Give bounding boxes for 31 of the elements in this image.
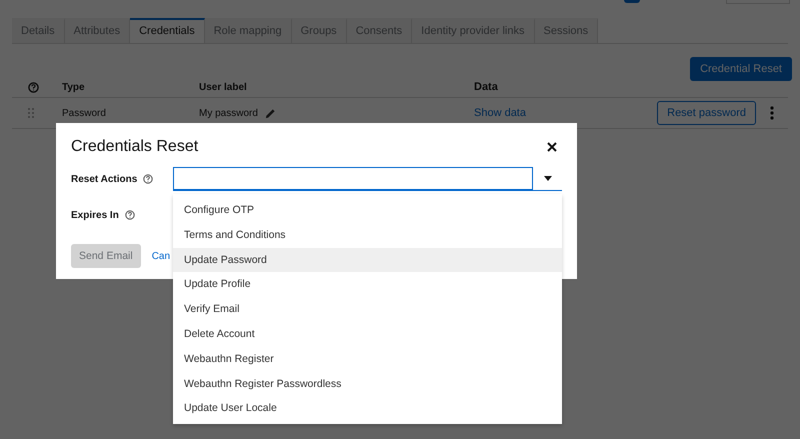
dialog-title: Credentials Reset (71, 138, 198, 156)
cancel-link[interactable]: Can (152, 250, 170, 262)
menu-item[interactable]: Terms and Conditions (173, 222, 562, 248)
tab[interactable]: Credentials (130, 18, 205, 43)
table-cell: Password (62, 108, 106, 118)
reset-password-button[interactable]: Reset password (657, 101, 756, 125)
show-data-link[interactable]: Show data (474, 107, 526, 119)
credential-reset-button[interactable]: Credential Reset (690, 57, 792, 81)
menu-item[interactable]: Update User Locale (173, 396, 562, 422)
drag-handle-icon[interactable] (28, 108, 34, 118)
caret-icon (544, 176, 552, 181)
menu-item[interactable]: Webauthn Register (173, 346, 562, 372)
column-header: Type (62, 82, 85, 92)
table-cell: My password (199, 108, 258, 118)
menu-item[interactable]: Configure OTP (173, 198, 562, 223)
column-header: User label (199, 82, 247, 92)
field-label: Reset Actions (71, 174, 138, 184)
menu-item[interactable]: Webauthn Register Passwordless (173, 372, 562, 396)
column-header: Data (474, 81, 498, 93)
help-icon (28, 82, 39, 92)
help-icon (124, 210, 135, 220)
field-label: Expires In (71, 210, 119, 220)
kebab-menu-icon[interactable] (770, 106, 774, 120)
close-icon[interactable] (547, 142, 557, 152)
pencil-icon[interactable] (264, 108, 276, 118)
menu-item[interactable]: Update Profile (173, 272, 562, 298)
help-icon (143, 174, 154, 184)
reset-actions-input[interactable] (173, 167, 533, 191)
menu-item[interactable]: Verify Email (173, 297, 562, 322)
menu-item[interactable]: Update Password (173, 248, 562, 272)
menu-item[interactable]: Delete Account (173, 322, 562, 347)
